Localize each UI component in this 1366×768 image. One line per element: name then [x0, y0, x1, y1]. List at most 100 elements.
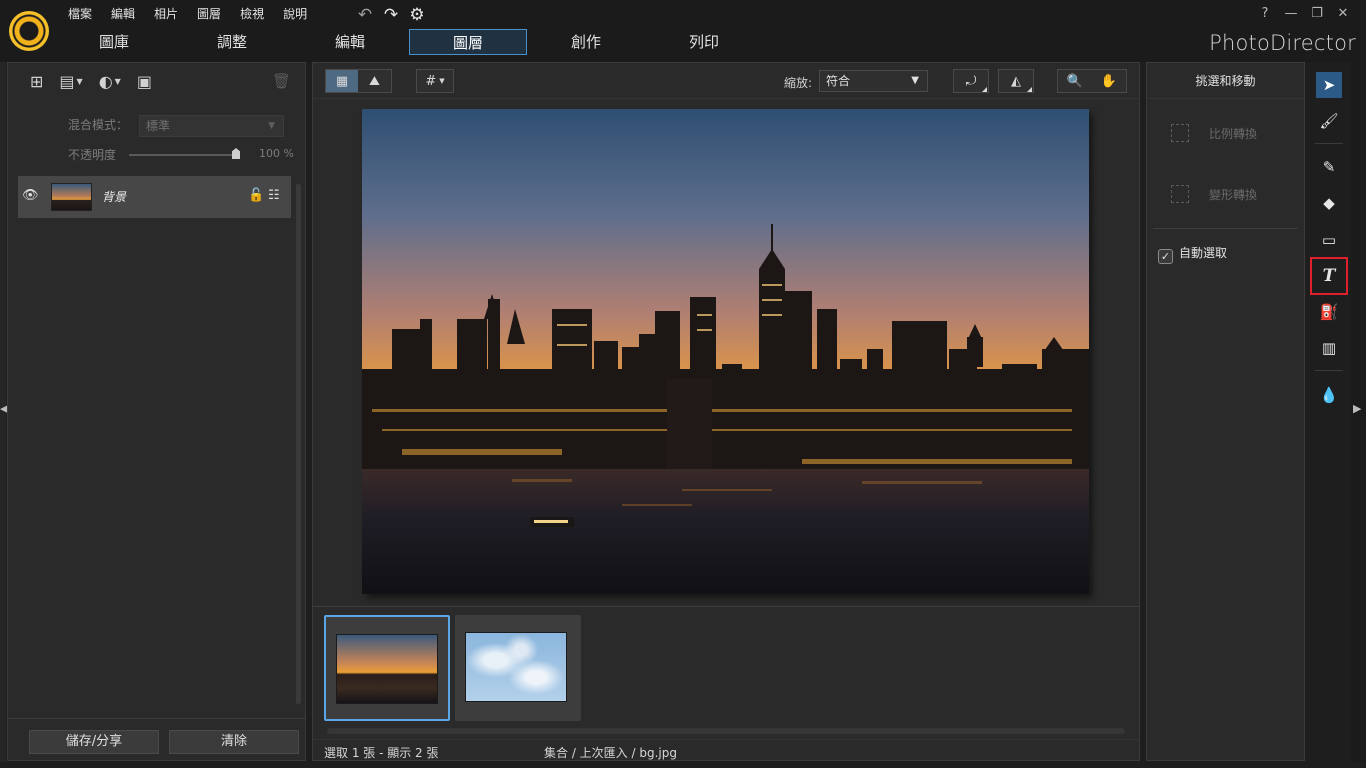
- opacity-slider-handle[interactable]: [232, 148, 240, 159]
- redo-icon[interactable]: ↷: [378, 5, 404, 25]
- close-button[interactable]: ✕: [1330, 4, 1356, 24]
- title-bar: 檔案 編輯 相片 圖層 檢視 說明 ↶ ↷ ⚙ 圖庫 調整 編輯 圖層 創作 列…: [0, 0, 1366, 62]
- tab-layers[interactable]: 圖層: [409, 29, 527, 55]
- menu-photo[interactable]: 相片: [154, 6, 178, 22]
- grid-icon[interactable]: # ▼: [417, 70, 453, 92]
- water-drop-tool-icon[interactable]: 💧: [1316, 382, 1342, 408]
- filmstrip-scrollbar[interactable]: [327, 728, 1125, 734]
- layer-settings-icon[interactable]: ☷: [268, 188, 282, 203]
- scale-transform-label: 比例轉換: [1209, 127, 1258, 141]
- save-share-button[interactable]: 儲存/分享: [29, 730, 159, 754]
- undo-icon[interactable]: ↶: [352, 5, 378, 25]
- selection-count: 選取 1 張 - 顯示 2 張: [324, 746, 439, 760]
- eye-icon[interactable]: 👁: [22, 188, 39, 204]
- divider: [1315, 370, 1343, 371]
- tool-strip: ➤ 🖌 ✎ ◆ ▭ T ⛽ ▥ 💧: [1306, 62, 1350, 761]
- layers-footer: 儲存/分享 清除: [8, 718, 305, 760]
- flip-group: ◭: [998, 69, 1034, 93]
- chevron-down-icon: ▼: [76, 77, 83, 86]
- filmstrip-thumbnail: [465, 632, 567, 702]
- photo-canvas[interactable]: [362, 109, 1089, 594]
- menu-edit[interactable]: 編輯: [111, 6, 135, 22]
- tab-create[interactable]: 創作: [527, 29, 645, 55]
- filmstrip: [313, 606, 1139, 738]
- tab-edit[interactable]: 編輯: [291, 29, 409, 55]
- scale-transform-button[interactable]: 比例轉換: [1169, 121, 1279, 145]
- left-panel-collapse[interactable]: ◀: [0, 62, 8, 762]
- text-tool-icon[interactable]: T: [1310, 257, 1348, 295]
- layers-toolbar: ⊞ ▤ ▼ ◐ ▼ ▣: [8, 63, 305, 101]
- rotate-group: ⤾: [953, 69, 989, 93]
- blend-mode-select[interactable]: 標準 ▼: [139, 115, 284, 137]
- zoom-label: 縮放:: [784, 76, 813, 90]
- chevron-down-icon: ▼: [268, 121, 275, 131]
- settings-gear-icon[interactable]: ⚙: [404, 5, 430, 25]
- zoom-value: 符合: [826, 74, 851, 88]
- trash-icon[interactable]: 🗑: [272, 72, 291, 90]
- clear-button[interactable]: 清除: [169, 730, 299, 754]
- menu-layer[interactable]: 圖層: [197, 6, 221, 22]
- city-sunset-image: [362, 109, 1089, 594]
- zoom-magnifier-icon[interactable]: 🔍: [1058, 70, 1092, 92]
- module-tabs: 圖庫 調整 編輯 圖層 創作 列印: [55, 29, 763, 55]
- help-button[interactable]: ?: [1252, 4, 1278, 24]
- grid-group: # ▼: [416, 69, 454, 93]
- select-move-tool-icon[interactable]: ➤: [1316, 72, 1342, 98]
- workspace: ▦ ⛰ # ▼ 縮放: 符合 ▼ ⤾ ◭ 🔍 ✋ 選取 1 張 - 顯示 2 張…: [312, 62, 1140, 761]
- menu-bar: 檔案 編輯 相片 圖層 檢視 說明: [68, 6, 326, 22]
- flip-icon[interactable]: ◭: [999, 70, 1033, 92]
- filmstrip-item-bg-jpg[interactable]: [455, 615, 581, 721]
- mask-icon[interactable]: ▣: [137, 72, 152, 92]
- chevron-down-icon: ▼: [439, 77, 445, 85]
- compare-view-icon[interactable]: ⛰: [358, 70, 391, 92]
- lock-icon[interactable]: 🔓: [248, 188, 264, 203]
- divider: [1153, 228, 1298, 229]
- tab-library[interactable]: 圖庫: [55, 29, 173, 55]
- restore-button[interactable]: ❐: [1304, 4, 1330, 24]
- single-view-icon[interactable]: ▦: [326, 70, 358, 92]
- divider: [1315, 143, 1343, 144]
- layers-panel: ⊞ ▤ ▼ ◐ ▼ ▣ 🗑 混合模式： 標準 ▼ 不透明度 100 % 👁 背景 🔓…: [7, 62, 306, 761]
- auto-select-label: 自動選取: [1179, 246, 1228, 260]
- window-controls: ? — ❐ ✕: [1252, 4, 1356, 24]
- chevron-right-icon: ▶: [1353, 402, 1362, 415]
- hand-pan-icon[interactable]: ✋: [1092, 70, 1126, 92]
- smart-brush-tool-icon[interactable]: 🖌: [1316, 108, 1342, 134]
- tab-print[interactable]: 列印: [645, 29, 763, 55]
- zoom-select[interactable]: 符合 ▼: [819, 70, 928, 92]
- minimize-button[interactable]: —: [1278, 4, 1304, 24]
- tool-options-panel: 挑選和移動 比例轉換 變形轉換 ✓ 自動選取: [1146, 62, 1305, 761]
- layer-row[interactable]: 👁 背景 🔓 ☷: [18, 176, 291, 218]
- collection-path: 集合 / 上次匯入 / bg.jpg: [544, 746, 677, 760]
- add-layer-icon[interactable]: ⊞: [30, 72, 43, 92]
- workspace-toolbar: ▦ ⛰ # ▼ 縮放: 符合 ▼ ⤾ ◭ 🔍 ✋: [313, 63, 1139, 99]
- chevron-down-icon: ▼: [911, 75, 919, 86]
- tool-options-title: 挑選和移動: [1147, 63, 1304, 99]
- adjustment-layer-icon[interactable]: ◐ ▼: [99, 72, 121, 92]
- auto-select-checkbox[interactable]: ✓ 自動選取: [1158, 244, 1227, 264]
- rotate-icon[interactable]: ⤾: [954, 70, 988, 92]
- app-logo-icon: [9, 11, 49, 51]
- blend-mode-value: 標準: [146, 119, 171, 133]
- gradient-tool-icon[interactable]: ▥: [1316, 335, 1342, 361]
- canvas-area[interactable]: [313, 100, 1139, 606]
- menu-file[interactable]: 檔案: [68, 6, 92, 22]
- tab-adjust[interactable]: 調整: [173, 29, 291, 55]
- brush-tool-icon[interactable]: ✎: [1316, 154, 1342, 180]
- checkmark-icon: ✓: [1158, 249, 1173, 264]
- right-panel-collapse[interactable]: ▶: [1351, 62, 1366, 762]
- brand-name: PhotoDirector: [1209, 31, 1356, 55]
- shape-tool-icon[interactable]: ▭: [1316, 227, 1342, 253]
- opacity-slider[interactable]: [129, 154, 237, 156]
- menu-view[interactable]: 檢視: [240, 6, 264, 22]
- free-transform-button[interactable]: 變形轉換: [1169, 182, 1279, 206]
- filmstrip-thumbnail: [336, 634, 438, 704]
- menu-help[interactable]: 說明: [283, 6, 307, 22]
- layers-scrollbar[interactable]: [296, 184, 301, 704]
- eraser-tool-icon[interactable]: ◆: [1316, 190, 1342, 216]
- fill-bucket-tool-icon[interactable]: ⛽: [1316, 299, 1342, 325]
- status-bar: 選取 1 張 - 顯示 2 張 集合 / 上次匯入 / bg.jpg: [313, 739, 1139, 761]
- filmstrip-item-city-sunset[interactable]: [324, 615, 450, 721]
- chevron-down-icon: ▼: [114, 77, 121, 86]
- layer-menu-icon[interactable]: ▤ ▼: [59, 72, 82, 92]
